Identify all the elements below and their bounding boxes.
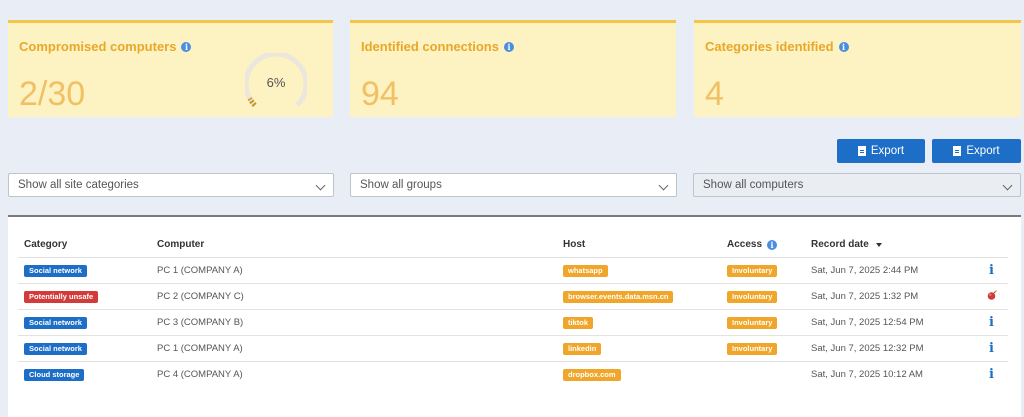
header-label: Record date <box>811 239 869 250</box>
info-icon[interactable]: i <box>181 41 192 52</box>
record-date-cell: Sat, Jun 7, 2025 2:44 PM <box>811 265 919 276</box>
category-badge: Social network <box>24 265 87 277</box>
groups-select[interactable]: Show all groups <box>350 173 677 197</box>
record-date-cell: Sat, Jun 7, 2025 12:54 PM <box>811 317 924 328</box>
gauge-percent-label: 6% <box>266 75 286 90</box>
card-title: Identified connections <box>361 39 499 54</box>
category-badge: Cloud storage <box>24 369 85 381</box>
computer-cell: PC 2 (COMPANY C) <box>157 291 244 302</box>
percentage-gauge: 6% <box>243 51 309 115</box>
info-icon[interactable]: i <box>767 239 778 250</box>
record-date-cell: Sat, Jun 7, 2025 1:32 PM <box>811 291 919 302</box>
column-header-computer[interactable]: Computer <box>157 239 204 250</box>
categories-identified-card: Categories identified i 4 <box>694 20 1021 117</box>
card-value: 4 <box>705 75 724 113</box>
card-value: 94 <box>361 75 399 113</box>
export-button-1[interactable]: Export <box>837 139 925 163</box>
chevron-down-icon <box>658 180 669 191</box>
info-icon[interactable]: i <box>989 263 994 278</box>
host-badge: dropbox.com <box>563 369 621 381</box>
export-button-2[interactable]: Export <box>932 139 1021 163</box>
access-badge: Involuntary <box>727 343 778 355</box>
export-label: Export <box>870 145 905 157</box>
sort-descending-icon <box>875 242 882 247</box>
bomb-icon[interactable] <box>987 290 997 300</box>
column-header-category[interactable]: Category <box>24 239 67 250</box>
info-icon[interactable]: i <box>989 315 994 330</box>
chevron-down-icon <box>315 180 326 191</box>
category-badge: Potentially unsafe <box>24 291 99 303</box>
access-badge: Involuntary <box>727 291 778 303</box>
header-label: Category <box>24 239 68 250</box>
host-badge: tiktok <box>563 317 594 329</box>
computer-cell: PC 3 (COMPANY B) <box>157 317 244 328</box>
info-icon[interactable]: i <box>838 41 849 52</box>
export-document-icon <box>953 146 962 156</box>
select-value: Show all site categories <box>18 179 139 191</box>
access-badge: Involuntary <box>727 317 778 329</box>
table-row: Social network PC 1 (COMPANY A) linkedin… <box>8 336 1021 362</box>
export-label: Export <box>966 145 1000 157</box>
card-title: Compromised computers <box>19 39 177 54</box>
header-label: Access <box>727 239 763 250</box>
table-row: Social network PC 3 (COMPANY B) tiktok I… <box>8 310 1021 336</box>
column-header-host[interactable]: Host <box>563 239 585 250</box>
computers-select[interactable]: Show all computers <box>693 173 1021 197</box>
category-badge: Social network <box>24 343 87 355</box>
table-row: Cloud storage PC 4 (COMPANY A) dropbox.c… <box>8 362 1021 388</box>
access-badge: Involuntary <box>727 265 778 277</box>
select-value: Show all computers <box>703 179 804 191</box>
site-categories-select[interactable]: Show all site categories <box>8 173 334 197</box>
computer-cell: PC 1 (COMPANY A) <box>157 265 243 276</box>
select-value: Show all groups <box>360 179 442 191</box>
host-badge: whatsapp <box>563 265 608 277</box>
identified-connections-card: Identified connections i 94 <box>350 20 676 117</box>
column-header-access[interactable]: Access i <box>727 239 778 250</box>
record-date-cell: Sat, Jun 7, 2025 12:32 PM <box>811 343 924 354</box>
record-date-cell: Sat, Jun 7, 2025 10:12 AM <box>811 369 923 380</box>
computer-cell: PC 4 (COMPANY A) <box>157 369 243 380</box>
table-row: Social network PC 1 (COMPANY A) whatsapp… <box>8 258 1021 284</box>
compromised-computers-card: Compromised computers i 2/30 6% <box>8 20 333 117</box>
header-label: Host <box>563 239 586 250</box>
category-badge: Social network <box>24 317 87 329</box>
header-label: Computer <box>157 239 205 250</box>
export-file-icon <box>857 146 866 156</box>
info-icon[interactable]: i <box>503 41 514 52</box>
chevron-down-icon <box>1002 180 1013 191</box>
card-value: 2/30 <box>19 75 86 113</box>
card-title: Categories identified <box>705 39 834 54</box>
computer-cell: PC 1 (COMPANY A) <box>157 343 243 354</box>
info-icon[interactable]: i <box>989 341 994 356</box>
host-badge: linkedin <box>563 343 602 355</box>
column-header-record-date[interactable]: Record date <box>811 239 882 250</box>
info-icon[interactable]: i <box>989 367 994 382</box>
table-row: Potentially unsafe PC 2 (COMPANY C) brow… <box>8 284 1021 310</box>
host-badge: browser.events.data.msn.cn <box>563 291 674 303</box>
